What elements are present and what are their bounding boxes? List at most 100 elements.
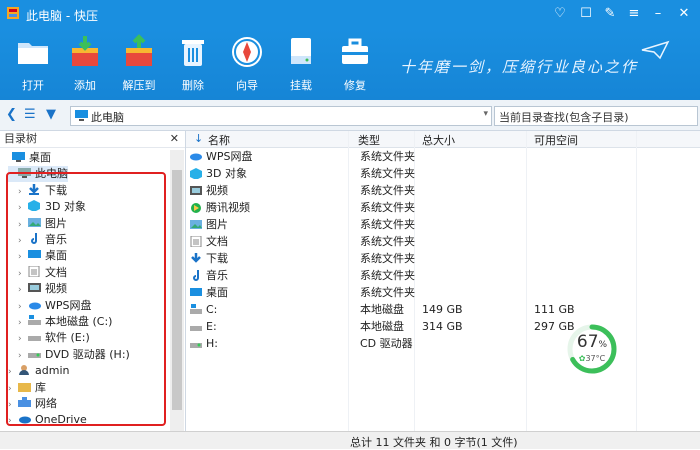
file-type: 系统文件夹 — [360, 286, 415, 299]
computer-icon — [75, 110, 88, 121]
archive-extract-icon — [126, 34, 152, 66]
file-name: WPS网盘 — [206, 150, 253, 163]
file-row[interactable]: WPS网盘 系统文件夹 — [186, 148, 700, 165]
file-row[interactable]: 音乐 系统文件夹 — [186, 267, 700, 284]
open-button[interactable]: 打开 — [8, 34, 58, 93]
file-row[interactable]: 桌面 系统文件夹 — [186, 284, 700, 301]
delete-label: 删除 — [182, 79, 204, 92]
file-name: 视频 — [206, 184, 228, 197]
title-bar: 此电脑 - 快压 ♡ ☐ ✎ ≡ – ✕ — [0, 0, 700, 28]
skin-icon[interactable]: ☐ — [576, 4, 596, 24]
file-name: 腾讯视频 — [206, 201, 250, 214]
tree-item-label: 桌面 — [29, 151, 51, 164]
file-row[interactable]: 视频 系统文件夹 — [186, 182, 700, 199]
add-label: 添加 — [74, 79, 96, 92]
file-type: 本地磁盘 — [360, 320, 404, 333]
file-row[interactable]: 文档 系统文件夹 — [186, 233, 700, 250]
gauge-percent-sign: % — [598, 340, 608, 350]
repair-label: 修复 — [344, 79, 366, 92]
tree-title: 目录树 — [4, 132, 37, 145]
file-total: 149 GB — [422, 303, 463, 316]
gauge-temp: 37°C — [585, 354, 606, 363]
file-row[interactable]: H: CD 驱动器 — [186, 335, 700, 352]
close-button[interactable]: ✕ — [674, 4, 694, 24]
col-free[interactable]: 可用空间 — [534, 132, 578, 148]
file-name: 文档 — [206, 235, 228, 248]
highlight-box — [6, 172, 166, 426]
file-row[interactable]: 下载 系统文件夹 — [186, 250, 700, 267]
file-icon — [191, 203, 201, 213]
trash-icon — [182, 40, 204, 66]
menu-icon[interactable]: ≡ — [624, 4, 644, 24]
drive-icon — [291, 38, 311, 64]
file-icon — [190, 220, 202, 229]
file-icon — [190, 326, 202, 331]
file-name: H: — [206, 337, 218, 350]
file-icon — [190, 343, 202, 348]
tree-item[interactable]: 桌面 — [2, 150, 51, 166]
file-row[interactable]: 腾讯视频 系统文件夹 — [186, 199, 700, 216]
address-bar: ❮ ☰ ▼ 此电脑 ▾ 当前目录查找(包含子目录) — [0, 100, 700, 131]
extract-label: 解压到 — [122, 79, 156, 92]
toolbar: 打开 添加 解压到 删除 向导 挂载 修复 十年磨一剑，压缩行业良心之作 — [0, 28, 700, 100]
status-bar: 总计 11 文件夹 和 0 字节(1 文件) — [0, 431, 700, 449]
file-name: 音乐 — [206, 269, 228, 282]
archive-add-icon — [72, 36, 98, 66]
file-icon — [190, 236, 202, 247]
repair-button[interactable]: 修复 — [330, 34, 380, 93]
back-icon[interactable]: ❮ — [6, 107, 17, 122]
file-icon — [190, 168, 202, 179]
tree-close-icon[interactable]: ✕ — [170, 131, 179, 147]
file-type: 系统文件夹 — [360, 201, 415, 214]
column-header: ↓ 名称 类型 总大小 可用空间 — [186, 131, 700, 148]
feedback-icon[interactable]: ✎ — [600, 4, 620, 24]
file-row[interactable]: 图片 系统文件夹 — [186, 216, 700, 233]
file-type: 系统文件夹 — [360, 252, 415, 265]
file-icon — [190, 288, 202, 296]
slogan: 十年磨一剑，压缩行业良心之作 — [400, 58, 639, 76]
file-row[interactable]: C: 本地磁盘 149 GB 111 GB — [186, 301, 700, 318]
file-icon — [190, 153, 202, 161]
search-placeholder: 当前目录查找(包含子目录) — [499, 111, 629, 124]
path-dropdown-icon[interactable]: ▾ — [483, 109, 488, 119]
file-icon — [191, 253, 201, 263]
search-input[interactable]: 当前目录查找(包含子目录) — [494, 106, 698, 126]
vip-icon[interactable]: ♡ — [550, 4, 570, 24]
file-icon — [190, 186, 202, 195]
compass-icon — [232, 37, 262, 67]
file-type: 系统文件夹 — [360, 218, 415, 231]
file-name: 下载 — [206, 252, 228, 265]
dropdown-icon[interactable]: ▼ — [46, 107, 56, 122]
path-input[interactable]: 此电脑 ▾ — [70, 106, 492, 126]
scroll-thumb[interactable] — [172, 170, 182, 410]
file-name: C: — [206, 303, 218, 316]
extract-button[interactable]: 解压到 — [114, 34, 164, 93]
col-name[interactable]: 名称 — [208, 132, 230, 148]
file-type: 系统文件夹 — [360, 150, 415, 163]
app-logo-icon — [7, 7, 19, 19]
memory-gauge[interactable]: 67% ✿37°C — [566, 323, 618, 375]
mount-button[interactable]: 挂载 — [276, 34, 326, 93]
toolbox-icon — [342, 38, 368, 64]
minimize-button[interactable]: – — [648, 4, 668, 24]
delete-button[interactable]: 删除 — [168, 34, 218, 93]
file-row[interactable]: 3D 对象 系统文件夹 — [186, 165, 700, 182]
file-row[interactable]: E: 本地磁盘 314 GB 297 GB — [186, 318, 700, 335]
window-title: 此电脑 - 快压 — [26, 9, 98, 23]
file-type: 系统文件夹 — [360, 167, 415, 180]
open-label: 打开 — [22, 79, 44, 92]
file-icon — [190, 304, 202, 314]
col-type[interactable]: 类型 — [358, 132, 380, 148]
view-list-icon[interactable]: ☰ — [24, 107, 36, 122]
wizard-button[interactable]: 向导 — [222, 34, 272, 93]
paper-plane-icon — [641, 40, 670, 60]
sort-icon: ↓ — [194, 132, 204, 145]
folder-open-icon — [18, 43, 48, 64]
tree-scrollbar[interactable] — [170, 150, 184, 431]
tree-header: 目录树 ✕ — [0, 131, 185, 148]
file-name: 桌面 — [206, 286, 228, 299]
path-text: 此电脑 — [91, 111, 124, 124]
file-type: 系统文件夹 — [360, 269, 415, 282]
col-total[interactable]: 总大小 — [422, 132, 455, 148]
add-button[interactable]: 添加 — [60, 34, 110, 93]
